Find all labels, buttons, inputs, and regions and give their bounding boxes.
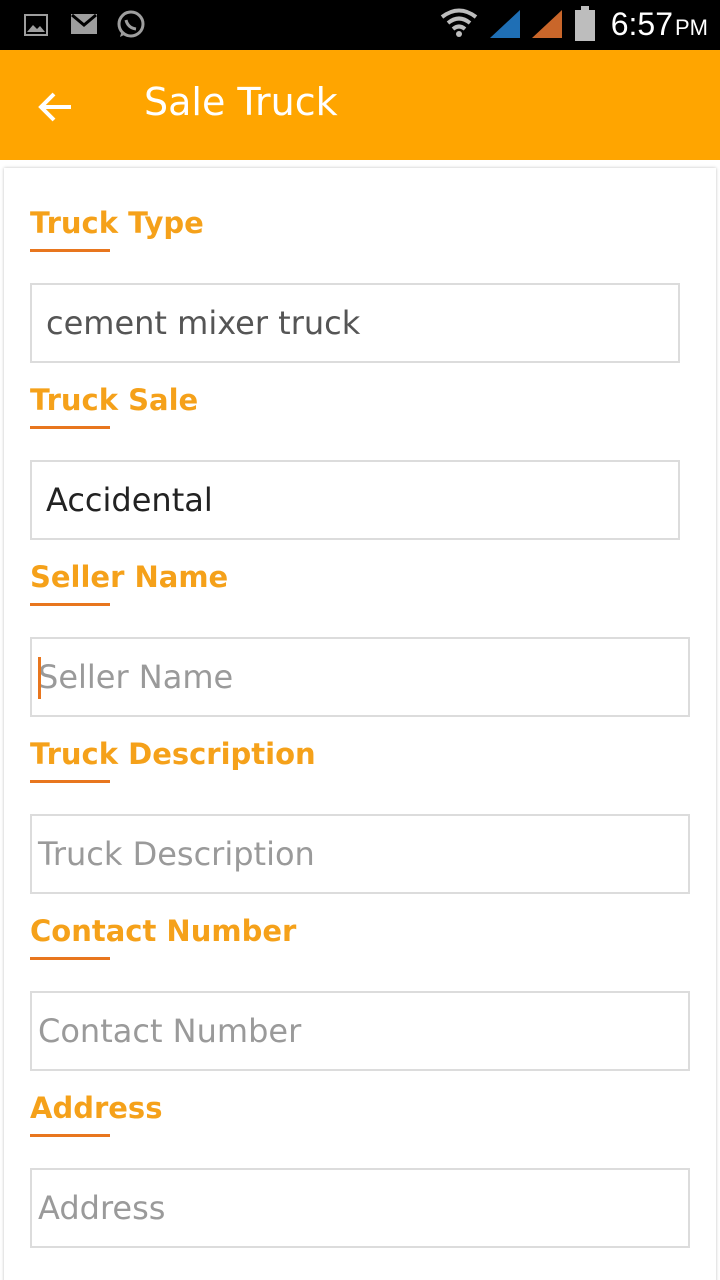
- label-underline: [30, 780, 110, 783]
- arrow-left-icon: [38, 92, 71, 122]
- form-card: Truck Type cement mixer truck Truck Sale…: [4, 168, 716, 1280]
- page-title: Sale Truck: [144, 80, 338, 124]
- label-underline: [30, 249, 110, 252]
- app-bar: Sale Truck: [0, 50, 720, 160]
- label-underline: [30, 603, 110, 606]
- gallery-icon: [24, 14, 48, 36]
- gmail-icon: [71, 13, 97, 34]
- battery-icon: [575, 6, 595, 41]
- seller-name-input[interactable]: Seller Name: [30, 637, 690, 717]
- truck-sale-field[interactable]: Accidental: [30, 460, 680, 540]
- label-underline: [30, 957, 110, 960]
- signal-icon: [532, 10, 562, 38]
- label-underline: [30, 426, 110, 429]
- back-button[interactable]: [30, 82, 80, 132]
- seller-name-placeholder: Seller Name: [38, 658, 234, 696]
- truck-sale-value: Accidental: [46, 481, 213, 519]
- truck-description-label: Truck Description: [30, 737, 316, 771]
- contact-number-input[interactable]: Contact Number: [30, 991, 690, 1071]
- address-placeholder: Address: [38, 1189, 166, 1227]
- address-label: Address: [30, 1091, 163, 1125]
- truck-description-input[interactable]: Truck Description: [30, 814, 690, 894]
- status-time: 6:57PM: [610, 6, 708, 42]
- signal-icon: [490, 10, 520, 38]
- truck-sale-label: Truck Sale: [30, 383, 199, 417]
- text-cursor: [38, 657, 41, 699]
- truck-type-value: cement mixer truck: [46, 304, 361, 342]
- truck-type-label: Truck Type: [30, 206, 204, 240]
- status-bar: 6:57PM: [0, 0, 720, 50]
- seller-name-label: Seller Name: [30, 560, 229, 594]
- address-input[interactable]: Address: [30, 1168, 690, 1248]
- truck-description-placeholder: Truck Description: [38, 835, 315, 873]
- label-underline: [30, 1134, 110, 1137]
- whatsapp-icon: [117, 10, 145, 38]
- wifi-icon: [440, 8, 478, 37]
- truck-type-field[interactable]: cement mixer truck: [30, 283, 680, 363]
- contact-number-label: Contact Number: [30, 914, 297, 948]
- contact-number-placeholder: Contact Number: [38, 1012, 302, 1050]
